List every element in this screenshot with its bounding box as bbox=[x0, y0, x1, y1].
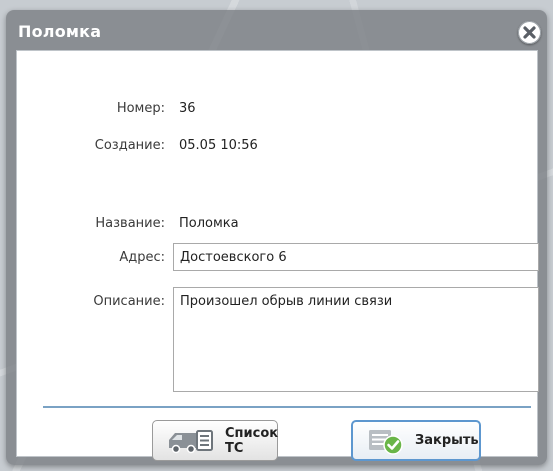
vehicle-list-button[interactable]: Список ТС bbox=[152, 420, 278, 461]
address-field[interactable]: Достоевского 6 bbox=[173, 243, 539, 271]
description-field[interactable]: Произошел обрыв линии связи bbox=[173, 287, 539, 392]
created-label: Создание: bbox=[94, 138, 165, 153]
footer-divider bbox=[43, 406, 531, 408]
description-label: Описание: bbox=[93, 294, 165, 309]
name-row: Название: Поломка bbox=[17, 216, 239, 231]
created-row: Создание: 05.05 10:56 bbox=[17, 138, 258, 153]
close-icon[interactable] bbox=[518, 21, 541, 44]
name-label: Название: bbox=[95, 216, 165, 231]
number-label: Номер: bbox=[116, 101, 165, 116]
address-label: Адрес: bbox=[119, 250, 165, 265]
close-button[interactable]: Закрыть bbox=[351, 420, 481, 461]
number-row: Номер: 36 bbox=[17, 101, 196, 116]
name-value: Поломка bbox=[179, 216, 239, 231]
dialog-titlebar: Поломка bbox=[6, 10, 547, 50]
description-row: Описание: Произошел обрыв линии связи bbox=[17, 287, 539, 392]
number-value: 36 bbox=[179, 101, 196, 116]
created-value: 05.05 10:56 bbox=[179, 138, 258, 153]
confirm-check-icon bbox=[367, 427, 405, 455]
truck-list-icon bbox=[167, 428, 215, 454]
close-button-label: Закрыть bbox=[415, 433, 479, 448]
dialog-body: Номер: 36 Создание: 05.05 10:56 Название… bbox=[16, 50, 539, 461]
vehicle-list-label: Список ТС bbox=[225, 425, 279, 456]
incident-dialog: Поломка Номер: 36 Создание: 05.05 10:56 … bbox=[6, 10, 547, 465]
dialog-title: Поломка bbox=[18, 22, 102, 41]
address-row: Адрес: Достоевского 6 bbox=[17, 243, 539, 271]
